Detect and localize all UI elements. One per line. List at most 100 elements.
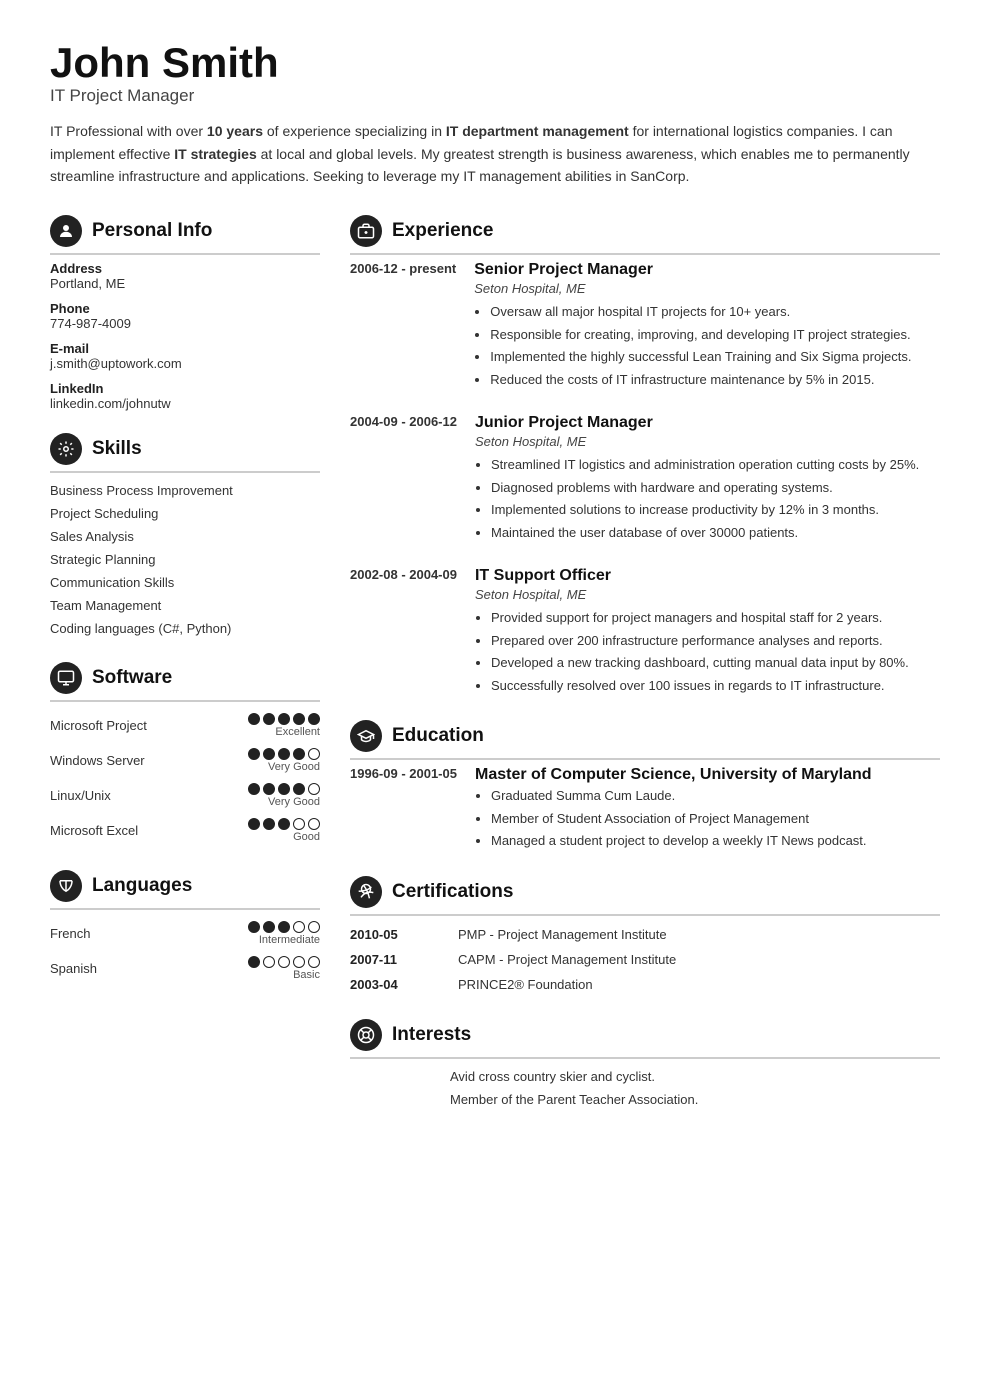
- exp-bullet: Responsible for creating, improving, and…: [490, 325, 940, 345]
- dot: [308, 921, 320, 933]
- skill-item: Strategic Planning: [50, 548, 320, 571]
- personal-field-value: linkedin.com/johnutw: [50, 396, 320, 411]
- edu-title: Master of Computer Science, University o…: [475, 766, 940, 784]
- interest-item: Member of the Parent Teacher Association…: [350, 1088, 940, 1111]
- exp-bullet: Successfully resolved over 100 issues in…: [491, 676, 940, 696]
- dot: [263, 748, 275, 760]
- rating-label: Very Good: [268, 761, 320, 773]
- personal-field-label: Address: [50, 261, 320, 276]
- exp-bullet: Prepared over 200 infrastructure perform…: [491, 631, 940, 651]
- interests-icon: [350, 1019, 382, 1051]
- edu-bullet: Member of Student Association of Project…: [491, 809, 940, 829]
- exp-company: Seton Hospital, ME: [475, 434, 940, 449]
- exp-bullets: Provided support for project managers an…: [475, 608, 940, 695]
- exp-bullet: Provided support for project managers an…: [491, 608, 940, 628]
- dot: [278, 713, 290, 725]
- education-entry: 1996-09 - 2001-05 Master of Computer Sci…: [350, 766, 940, 854]
- edu-date: 1996-09 - 2001-05: [350, 766, 457, 854]
- certifications-heading: Certifications: [350, 876, 940, 916]
- rating-label: Excellent: [275, 726, 320, 738]
- dot: [293, 921, 305, 933]
- dot: [278, 956, 290, 968]
- software-name: Microsoft Project: [50, 718, 248, 733]
- dot: [278, 748, 290, 760]
- exp-bullets: Streamlined IT logistics and administrat…: [475, 455, 940, 542]
- personal-field-label: LinkedIn: [50, 381, 320, 396]
- cert-date: 2010-05: [350, 927, 440, 942]
- software-row: Microsoft Project Excellent: [50, 708, 320, 743]
- exp-bullet: Implemented solutions to increase produc…: [491, 500, 940, 520]
- dot: [248, 921, 260, 933]
- cert-date: 2003-04: [350, 977, 440, 992]
- skill-item: Business Process Improvement: [50, 479, 320, 502]
- experience-label: Experience: [392, 220, 493, 242]
- education-heading: Education: [350, 720, 940, 760]
- personal-field-value: 774-987-4009: [50, 316, 320, 331]
- dot: [248, 748, 260, 760]
- skill-item: Communication Skills: [50, 571, 320, 594]
- cert-name: PMP - Project Management Institute: [458, 927, 667, 942]
- interests-section: Interests Avid cross country skier and c…: [350, 1019, 940, 1111]
- software-name: Linux/Unix: [50, 788, 248, 803]
- education-label: Education: [392, 725, 484, 747]
- personal-info-section: Personal Info AddressPortland, ME Phone77…: [50, 215, 320, 411]
- cert-name: CAPM - Project Management Institute: [458, 952, 676, 967]
- interests-heading: Interests: [350, 1019, 940, 1059]
- language-rating: Basic: [248, 956, 320, 981]
- education-section: Education 1996-09 - 2001-05 Master of Co…: [350, 720, 940, 854]
- personal-field: E-mailj.smith@uptowork.com: [50, 341, 320, 371]
- language-level: Intermediate: [259, 934, 320, 946]
- personal-field: LinkedInlinkedin.com/johnutw: [50, 381, 320, 411]
- exp-title: Junior Project Manager: [475, 414, 940, 432]
- resume-name: John Smith: [50, 40, 940, 86]
- education-icon: [350, 720, 382, 752]
- language-rating: Intermediate: [248, 921, 320, 946]
- skill-item: Coding languages (C#, Python): [50, 617, 320, 640]
- exp-bullets: Oversaw all major hospital IT projects f…: [474, 302, 940, 389]
- personal-info-heading: Personal Info: [50, 215, 320, 255]
- skills-icon: [50, 433, 82, 465]
- software-row: Microsoft Excel Good: [50, 813, 320, 848]
- skills-label: Skills: [92, 438, 142, 460]
- skill-item: Team Management: [50, 594, 320, 617]
- languages-icon: [50, 870, 82, 902]
- exp-bullet: Reduced the costs of IT infrastructure m…: [490, 370, 940, 390]
- personal-field: Phone774-987-4009: [50, 301, 320, 331]
- language-level: Basic: [293, 969, 320, 981]
- languages-label: Languages: [92, 875, 192, 897]
- languages-heading: Languages: [50, 870, 320, 910]
- dot: [308, 748, 320, 760]
- exp-date: 2006-12 - present: [350, 261, 456, 392]
- exp-bullet: Implemented the highly successful Lean T…: [490, 347, 940, 367]
- dot: [263, 818, 275, 830]
- software-row: Windows Server Very Good: [50, 743, 320, 778]
- personal-field-value: j.smith@uptowork.com: [50, 356, 320, 371]
- skills-heading: Skills: [50, 433, 320, 473]
- resume-title: IT Project Manager: [50, 86, 940, 106]
- exp-date: 2004-09 - 2006-12: [350, 414, 457, 545]
- software-row: Linux/Unix Very Good: [50, 778, 320, 813]
- language-row: French Intermediate: [50, 916, 320, 951]
- rating-label: Good: [293, 831, 320, 843]
- exp-bullet: Diagnosed problems with hardware and ope…: [491, 478, 940, 498]
- experience-section: Experience 2006-12 - present Senior Proj…: [350, 215, 940, 698]
- dot: [308, 818, 320, 830]
- cert-row: 2007-11 CAPM - Project Management Instit…: [350, 947, 940, 972]
- dot: [278, 921, 290, 933]
- exp-content: IT Support Officer Seton Hospital, ME Pr…: [475, 567, 940, 698]
- dot: [248, 956, 260, 968]
- skills-section: Skills Business Process ImprovementProje…: [50, 433, 320, 640]
- experience-heading: Experience: [350, 215, 940, 255]
- exp-title: Senior Project Manager: [474, 261, 940, 279]
- dot: [248, 713, 260, 725]
- exp-bullet: Oversaw all major hospital IT projects f…: [490, 302, 940, 322]
- cert-name: PRINCE2® Foundation: [458, 977, 593, 992]
- software-rating: Good: [248, 818, 320, 843]
- dot: [278, 818, 290, 830]
- exp-company: Seton Hospital, ME: [474, 281, 940, 296]
- cert-row: 2003-04 PRINCE2® Foundation: [350, 972, 940, 997]
- personal-field: AddressPortland, ME: [50, 261, 320, 291]
- cert-date: 2007-11: [350, 952, 440, 967]
- certifications-label: Certifications: [392, 881, 513, 903]
- software-heading: Software: [50, 662, 320, 702]
